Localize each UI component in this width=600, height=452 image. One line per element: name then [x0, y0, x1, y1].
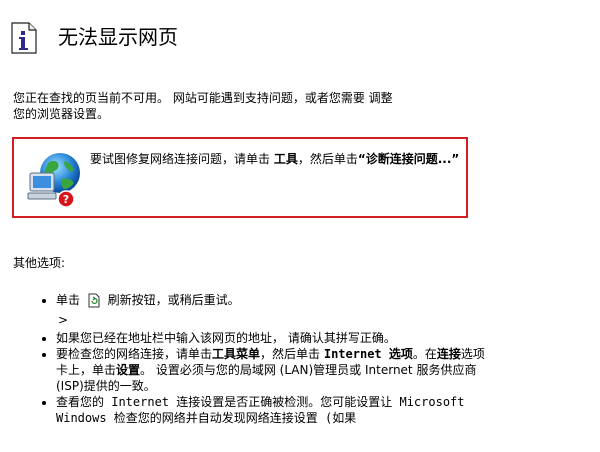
list-item-network: 要检查您的网络连接，请单击工具菜单，然后单击 Internet 选项。在连接选项…: [56, 346, 496, 394]
svg-text:?: ?: [63, 193, 69, 206]
list-item-settings-check: 查看您的 Internet 连接设置是否正确被检测。您可能设置让 Microso…: [56, 394, 496, 426]
question-badge-icon: ?: [57, 190, 75, 208]
refresh-text-after: 刷新按钮，或稍后重试。: [107, 293, 240, 307]
network-globe-computer-icon: ?: [27, 153, 80, 208]
info-document-icon: [11, 22, 37, 54]
refresh-text-before: 单击: [56, 293, 81, 307]
diagnose-connection-link[interactable]: “诊断连接问题...”: [358, 152, 459, 166]
connections-tab-label: 连接: [436, 347, 461, 361]
refresh-icon[interactable]: [88, 293, 100, 308]
intro-line-1: 您正在查找的页当前不可用。 网站可能遇到支持问题，或者您需要 调整: [13, 91, 393, 105]
intro-line-2: 您的浏览器设置。: [13, 107, 110, 121]
settings-label: 设置: [116, 363, 141, 377]
item3-text-c: 。在: [412, 347, 437, 361]
diagnose-text: 要试图修复网络连接问题，请单击 工具，然后单击“诊断连接问题...”: [90, 150, 460, 169]
diagnose-text-before: 要试图修复网络连接问题，请单击: [90, 152, 274, 166]
options-list: 单击 刷新按钮，或稍后重试。 > 如果您已经在地址栏中输入该网页的地址， 请确认…: [40, 290, 496, 426]
tools-label: 工具: [273, 152, 298, 166]
refresh-arrow: >: [58, 313, 69, 327]
page-title: 无法显示网页: [58, 25, 178, 49]
tools-menu-link[interactable]: 工具菜单: [212, 347, 260, 361]
diagnose-box: ? 要试图修复网络连接问题，请单击 工具，然后单击“诊断连接问题...”: [12, 137, 468, 218]
item3-text-b: ，然后单击: [260, 347, 324, 361]
diagnose-text-middle: ，然后单击: [297, 152, 358, 166]
list-item-refresh: 单击 刷新按钮，或稍后重试。 >: [56, 290, 496, 330]
item3-text-a: 要检查您的网络连接，请单击: [56, 347, 213, 361]
internet-options-link[interactable]: Internet 选项: [324, 347, 413, 361]
intro-text: 您正在查找的页当前不可用。 网站可能遇到支持问题，或者您需要 调整 您的浏览器设…: [13, 90, 483, 122]
list-item-address: 如果您已经在地址栏中输入该网页的地址， 请确认其拼写正确。: [56, 330, 496, 346]
other-options-title: 其他选项:: [13, 256, 66, 270]
